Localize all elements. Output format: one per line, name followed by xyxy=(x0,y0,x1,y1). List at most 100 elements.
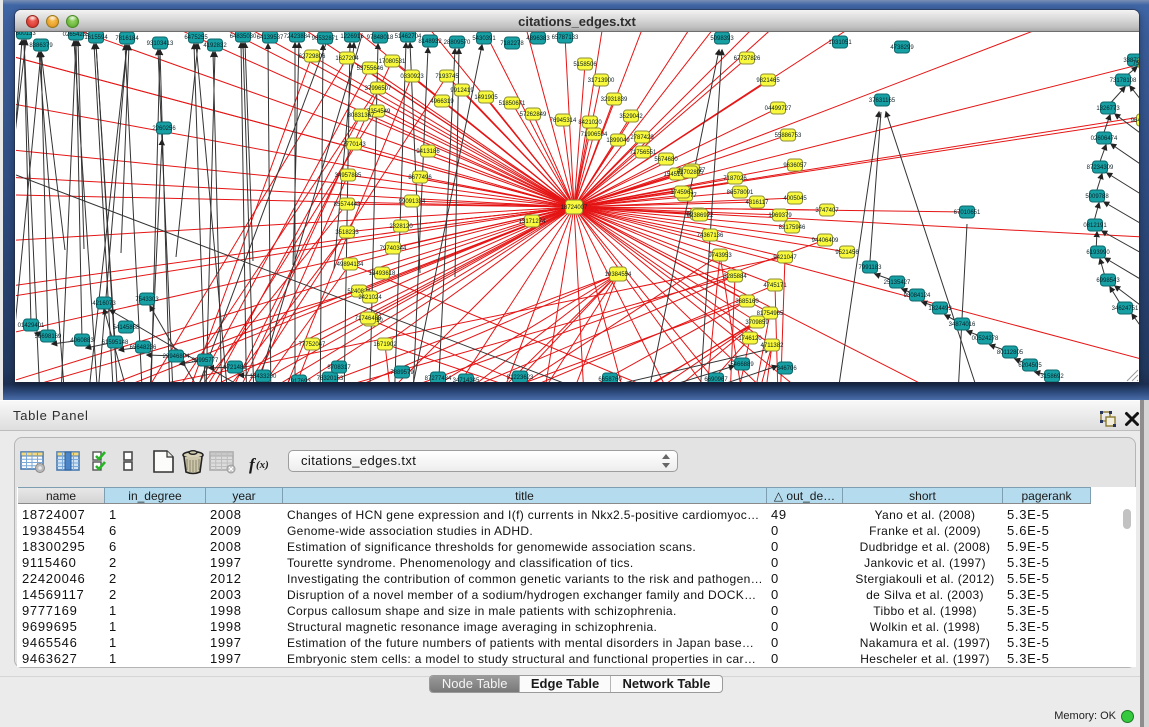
svg-text:7182278: 7182278 xyxy=(500,41,524,47)
svg-text:00524278: 00524278 xyxy=(972,336,999,342)
svg-text:4005045: 4005045 xyxy=(783,196,807,202)
svg-text:9743953: 9743953 xyxy=(708,253,732,259)
svg-text:71906594: 71906594 xyxy=(581,132,608,138)
svg-text:51850671: 51850671 xyxy=(499,101,526,107)
svg-text:6998543: 6998543 xyxy=(1096,278,1120,284)
svg-text:8148932: 8148932 xyxy=(418,39,442,45)
svg-text:13493618: 13493618 xyxy=(369,271,396,277)
svg-text:62702895: 62702895 xyxy=(677,170,704,176)
svg-text:6658760: 6658760 xyxy=(598,377,622,382)
svg-text:61595148: 61595148 xyxy=(102,340,129,346)
svg-text:4060883: 4060883 xyxy=(70,338,94,344)
svg-text:7187026: 7187026 xyxy=(723,176,747,182)
svg-text:13433200: 13433200 xyxy=(250,374,277,380)
svg-text:4745171: 4745171 xyxy=(763,283,787,289)
svg-text:1326773: 1326773 xyxy=(1096,106,1120,112)
svg-text:1671902: 1671902 xyxy=(373,342,397,348)
svg-text:5098393: 5098393 xyxy=(710,36,734,42)
svg-text:80112805: 80112805 xyxy=(997,350,1024,356)
svg-text:87234309: 87234309 xyxy=(1087,165,1114,171)
svg-text:96532871: 96532871 xyxy=(312,36,339,42)
svg-text:53755646: 53755646 xyxy=(357,66,384,72)
svg-text:5674680: 5674680 xyxy=(654,157,678,163)
svg-text:9413186: 9413186 xyxy=(416,149,440,155)
svg-text:28809570: 28809570 xyxy=(444,40,471,46)
svg-text:1031051: 1031051 xyxy=(828,40,852,46)
svg-text:34714345: 34714345 xyxy=(453,378,480,382)
svg-text:73178108: 73178108 xyxy=(1110,78,1137,84)
svg-text:3285884: 3285884 xyxy=(723,274,747,280)
svg-text:6475255: 6475255 xyxy=(184,35,208,41)
svg-text:5430391: 5430391 xyxy=(472,36,496,42)
svg-text:82175946: 82175946 xyxy=(779,225,806,231)
svg-text:9600133: 9600133 xyxy=(16,32,36,37)
svg-text:34957885: 34957885 xyxy=(335,173,362,179)
svg-text:37631165: 37631165 xyxy=(869,98,896,104)
svg-text:4896383: 4896383 xyxy=(526,36,550,42)
svg-text:8708317: 8708317 xyxy=(327,365,351,371)
svg-text:1746120: 1746120 xyxy=(738,336,762,342)
svg-text:62729806: 62729806 xyxy=(299,54,326,60)
svg-text:4711382: 4711382 xyxy=(761,343,785,349)
svg-text:65787133: 65787133 xyxy=(552,35,579,41)
svg-text:6204505: 6204505 xyxy=(1018,363,1042,369)
svg-text:7889579: 7889579 xyxy=(390,370,414,376)
svg-text:1824493: 1824493 xyxy=(928,306,952,312)
svg-text:67010651: 67010651 xyxy=(954,210,981,216)
svg-text:8677496: 8677496 xyxy=(408,175,432,181)
svg-text:64835030: 64835030 xyxy=(230,34,257,40)
svg-text:32931839: 32931839 xyxy=(601,97,628,103)
svg-text:3158692: 3158692 xyxy=(1040,374,1064,380)
svg-text:6193990: 6193990 xyxy=(1086,250,1110,256)
svg-text:3709859: 3709859 xyxy=(745,320,769,326)
svg-text:65648236: 65648236 xyxy=(130,345,157,351)
svg-text:34874016: 34874016 xyxy=(949,322,976,328)
svg-text:1615594: 1615594 xyxy=(84,35,108,41)
svg-text:7917693: 7917693 xyxy=(287,379,311,382)
svg-text:5466889: 5466889 xyxy=(730,362,754,368)
svg-text:5158506: 5158506 xyxy=(573,62,597,68)
svg-text:81223623: 81223623 xyxy=(507,375,534,381)
svg-text:94406409: 94406409 xyxy=(812,238,839,244)
svg-text:55886753: 55886753 xyxy=(775,133,802,139)
svg-text:64139537: 64139537 xyxy=(257,35,284,41)
svg-text:31713900: 31713900 xyxy=(588,78,615,84)
svg-text:4316117: 4316117 xyxy=(746,200,770,206)
svg-text:37996507: 37996507 xyxy=(365,86,392,92)
svg-text:3518233: 3518233 xyxy=(335,230,359,236)
svg-text:72423884: 72423884 xyxy=(284,34,311,40)
svg-text:4738299: 4738299 xyxy=(890,45,914,51)
svg-text:7991183: 7991183 xyxy=(859,265,883,271)
svg-text:71756551: 71756551 xyxy=(630,150,657,156)
svg-text:67737826: 67737826 xyxy=(734,56,761,62)
svg-text:1399049: 1399049 xyxy=(606,138,630,144)
svg-text:93103413: 93103413 xyxy=(147,41,174,47)
svg-text:2421024: 2421024 xyxy=(358,295,382,301)
svg-text:3529042: 3529042 xyxy=(619,114,643,120)
svg-text:4192832: 4192832 xyxy=(203,43,227,49)
svg-text:7770143: 7770143 xyxy=(342,142,366,148)
svg-text:2260256: 2260256 xyxy=(152,126,176,132)
svg-text:0330923: 0330923 xyxy=(400,74,424,80)
svg-text:62386922: 62386922 xyxy=(687,213,714,219)
svg-text:36995777: 36995777 xyxy=(192,358,219,364)
svg-text:1969379: 1969379 xyxy=(768,213,792,219)
svg-text:75869261: 75869261 xyxy=(1133,61,1139,67)
svg-text:71746488: 71746488 xyxy=(355,316,382,322)
svg-text:1627204: 1627204 xyxy=(335,56,359,62)
svg-text:87277434: 87277434 xyxy=(425,376,452,382)
svg-text:7543303: 7543303 xyxy=(135,297,159,303)
svg-text:2328120: 2328120 xyxy=(389,224,413,230)
svg-text:8421020: 8421020 xyxy=(578,120,602,126)
svg-text:3747407: 3747407 xyxy=(815,208,839,214)
svg-text:(x): (x) xyxy=(256,459,269,471)
svg-text:4216073: 4216073 xyxy=(92,301,116,307)
svg-text:8721489: 8721489 xyxy=(223,365,247,371)
svg-text:04499727: 04499727 xyxy=(765,106,792,112)
svg-text:18724007: 18724007 xyxy=(561,205,588,211)
svg-text:8386379: 8386379 xyxy=(29,43,53,49)
svg-text:7346706: 7346706 xyxy=(773,366,797,372)
svg-text:86578091: 86578091 xyxy=(727,190,754,196)
svg-text:9912419: 9912419 xyxy=(450,88,474,94)
svg-text:96405377: 96405377 xyxy=(1131,118,1139,124)
